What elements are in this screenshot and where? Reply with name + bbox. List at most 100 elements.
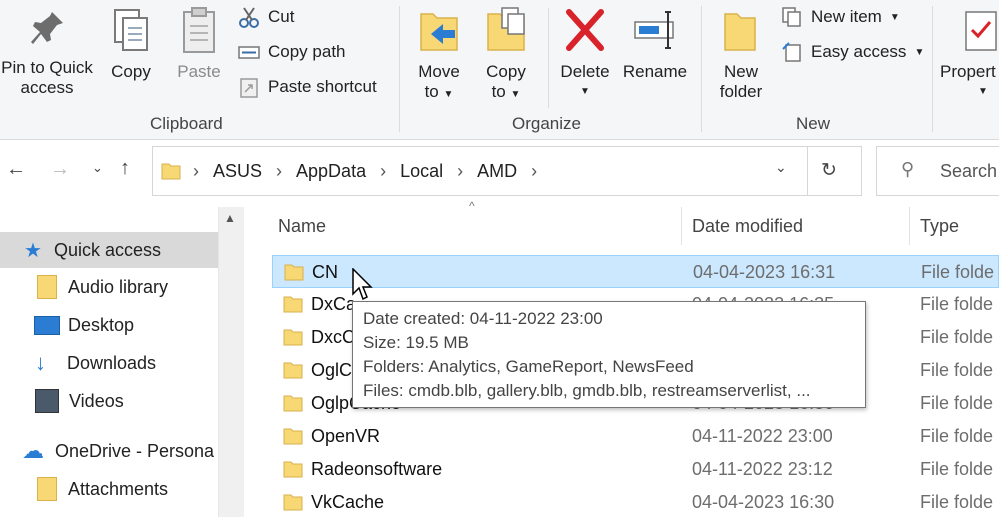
nav-item-label: OneDrive - Persona: [55, 440, 215, 461]
mouse-cursor-icon: [352, 268, 373, 301]
pin-label-2: access: [20, 78, 74, 97]
breadcrumb-local[interactable]: Local: [400, 161, 443, 182]
pin-icon: [31, 12, 63, 44]
search-icon: ⚲: [901, 159, 915, 179]
nav-item-attachments[interactable]: Attachments: [0, 471, 168, 507]
column-header-name[interactable]: Name: [278, 207, 326, 245]
recent-locations-chevron-icon[interactable]: ⌄: [92, 160, 103, 176]
copy-path-label: Copy path: [268, 42, 346, 61]
cloud-icon: ☁: [22, 438, 44, 463]
tooltip-date-created: Date created: 04-11-2022 23:00: [363, 309, 603, 328]
paste-label: Paste: [177, 62, 221, 81]
nav-item-label: Downloads: [67, 352, 157, 373]
easy-access-button[interactable]: Easy access ▼: [781, 41, 924, 63]
copy-button[interactable]: Copy: [106, 8, 156, 82]
new-folder-label: New: [723, 62, 758, 81]
breadcrumb-chevron-icon: ›: [380, 160, 387, 181]
nav-item-quick-access[interactable]: ★ Quick access: [0, 232, 218, 268]
column-divider[interactable]: [909, 207, 910, 245]
scroll-up-icon[interactable]: ▲: [224, 211, 236, 225]
list-item[interactable]: OpenVR 04-11-2022 23:00 File folde: [272, 420, 999, 453]
copy-icon: [114, 9, 148, 51]
folder-icon: [283, 329, 303, 346]
copy-to-button[interactable]: Copy to ▼: [478, 6, 534, 105]
ribbon-separator: [932, 6, 933, 132]
new-folder-button[interactable]: New folder: [710, 6, 772, 102]
file-type: File folde: [920, 426, 994, 446]
nav-item-videos[interactable]: Videos: [0, 383, 124, 419]
file-name: VkCache: [311, 492, 385, 512]
address-bar[interactable]: › ASUS › AppData › Local › AMD › ⌄ ↻: [152, 146, 862, 196]
delete-x-icon: [566, 9, 604, 51]
search-box[interactable]: ⚲ Search: [876, 146, 999, 196]
video-icon: [35, 389, 59, 413]
tooltip-folders: Folders: Analytics, GameReport, NewsFeed: [363, 357, 694, 376]
ribbon-separator: [701, 6, 702, 132]
easy-access-icon: [782, 42, 801, 62]
address-history-chevron-icon[interactable]: ⌄: [775, 159, 787, 176]
up-arrow-icon[interactable]: ↑: [120, 157, 130, 180]
pin-to-quick-access-button[interactable]: Pin to Quick access: [0, 8, 98, 98]
move-to-label: Move: [418, 62, 460, 81]
file-type: File folde: [921, 262, 995, 282]
scissors-icon: [239, 7, 259, 28]
paste-button[interactable]: Paste: [174, 6, 224, 82]
file-type: File folde: [920, 492, 994, 512]
new-group-label: New: [796, 114, 831, 133]
folder-icon: [283, 296, 303, 313]
breadcrumb-chevron-icon: ›: [531, 160, 538, 181]
properties-button[interactable]: Propert ▼: [940, 6, 999, 102]
copy-path-button[interactable]: Copy path: [238, 41, 346, 63]
folder-icon: [283, 494, 303, 511]
delete-label: Delete: [560, 62, 610, 81]
list-item[interactable]: VkCache 04-04-2023 16:30 File folde: [272, 486, 999, 519]
folder-icon: [283, 461, 303, 478]
copy-label: Copy: [111, 62, 151, 81]
delete-dropdown-icon[interactable]: ▼: [556, 82, 614, 102]
move-to-button[interactable]: Move to ▼: [410, 6, 468, 105]
sort-ascending-icon: ^: [469, 199, 475, 213]
copy-path-icon: [238, 46, 260, 59]
breadcrumb-appdata[interactable]: AppData: [296, 161, 366, 182]
refresh-icon[interactable]: ↻: [821, 159, 837, 182]
breadcrumb-chevron-icon: ›: [193, 160, 199, 181]
back-arrow-icon[interactable]: ←: [6, 158, 26, 181]
nav-scrollbar[interactable]: ▲: [218, 207, 244, 517]
nav-item-label: Quick access: [54, 239, 162, 260]
folder-icon: [283, 428, 303, 445]
column-divider[interactable]: [681, 207, 682, 245]
nav-item-audio-library[interactable]: Audio library: [0, 269, 168, 305]
list-item[interactable]: CN 04-04-2023 16:31 File folde: [272, 255, 999, 288]
new-folder-label-2: folder: [719, 82, 763, 101]
paste-shortcut-button[interactable]: Paste shortcut: [238, 76, 377, 98]
file-type: File folde: [920, 360, 994, 380]
file-type: File folde: [920, 459, 994, 479]
breadcrumb-asus[interactable]: ASUS: [213, 161, 262, 182]
folder-icon: [37, 275, 57, 299]
file-date: 04-11-2022 23:00: [692, 426, 833, 446]
new-item-button[interactable]: New item ▼: [781, 6, 900, 28]
ribbon: Pin to Quick access Copy Paste Cut Copy …: [0, 0, 999, 140]
file-type: File folde: [920, 393, 994, 413]
column-header-date-modified[interactable]: Date modified: [692, 207, 803, 245]
new-folder-icon: [724, 13, 756, 51]
nav-item-onedrive[interactable]: ☁ OneDrive - Persona: [0, 433, 214, 469]
copy-to-label: Copy: [486, 62, 526, 81]
nav-item-desktop[interactable]: Desktop: [0, 307, 134, 343]
column-header-type[interactable]: Type: [920, 207, 959, 245]
cut-button[interactable]: Cut: [238, 6, 294, 28]
forward-arrow-icon[interactable]: →: [50, 158, 70, 181]
list-item[interactable]: Radeonsoftware 04-11-2022 23:12 File fol…: [272, 453, 999, 486]
file-name: DxcC: [311, 327, 355, 347]
breadcrumb-amd[interactable]: AMD: [477, 161, 517, 182]
nav-item-downloads[interactable]: ↓ Downloads: [0, 345, 156, 381]
rename-button[interactable]: Rename: [620, 6, 690, 82]
folder-info-tooltip: Date created: 04-11-2022 23:00 Size: 19.…: [352, 301, 866, 408]
properties-dropdown-icon[interactable]: ▼: [940, 82, 999, 102]
copy-to-icon: [487, 7, 525, 51]
file-date: 04-04-2023 16:31: [693, 262, 836, 282]
file-name: DxCa: [311, 294, 357, 314]
tooltip-size: Size: 19.5 MB: [363, 333, 469, 352]
delete-button[interactable]: Delete ▼: [556, 6, 614, 102]
organize-group-label: Organize: [512, 114, 581, 133]
